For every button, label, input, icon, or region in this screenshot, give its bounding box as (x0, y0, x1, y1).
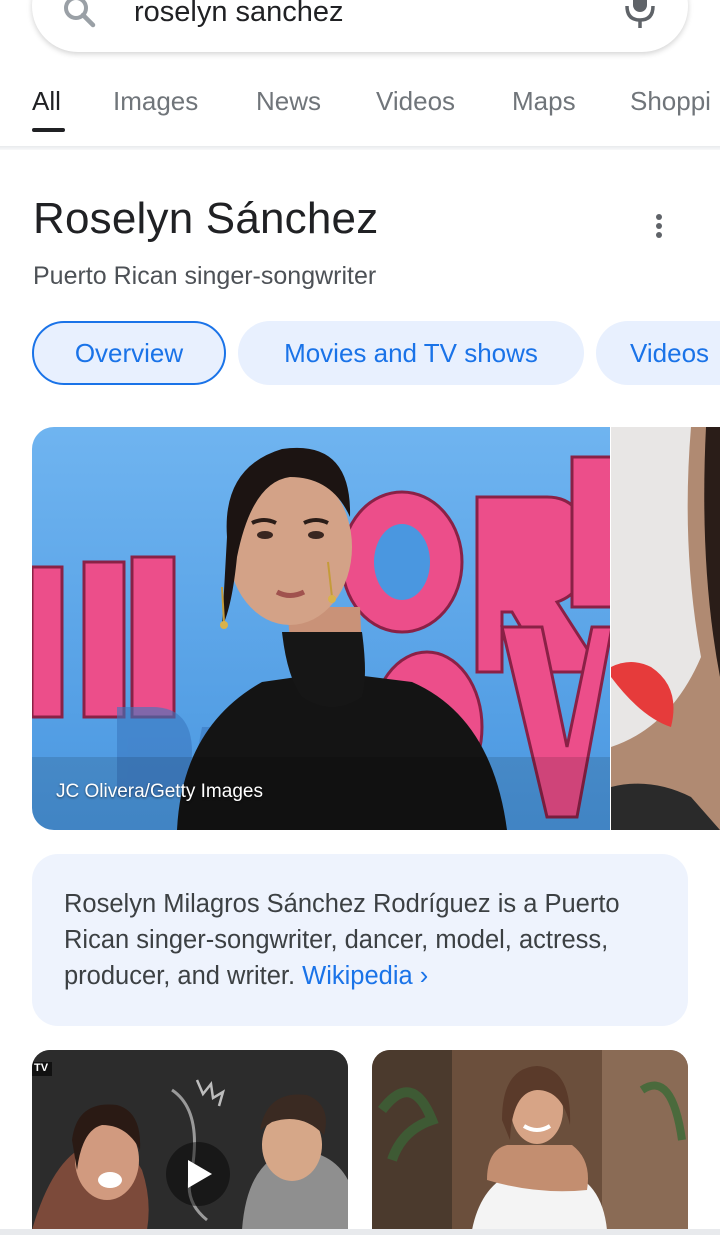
video-thumbnail-1-image (32, 1050, 348, 1230)
search-bar[interactable]: roselyn sanchez (32, 0, 688, 52)
tab-images[interactable]: Images (113, 86, 198, 117)
microphone-icon[interactable] (622, 0, 658, 30)
wikipedia-link-label[interactable]: Wikipedia (302, 962, 413, 990)
video-badge: TV (34, 1062, 49, 1074)
tab-news[interactable]: News (256, 86, 321, 117)
tab-videos[interactable]: Videos (376, 86, 455, 117)
search-icon[interactable] (60, 0, 100, 34)
portrait-photo (32, 427, 610, 830)
tab-maps[interactable]: Maps (512, 86, 576, 117)
chip-videos[interactable]: Videos (596, 321, 720, 385)
entity-title: Roselyn Sánchez (33, 194, 379, 243)
description-card: Roselyn Milagros Sánchez Rodríguez is a … (32, 854, 688, 1026)
search-tabs: All Images News Videos Maps Shoppi (0, 80, 720, 136)
tab-shopping[interactable]: Shoppi (630, 86, 711, 117)
photo-credit: JC Olivera/Getty Images (56, 781, 263, 802)
active-tab-indicator (32, 128, 65, 132)
chip-movies-and-tv-shows[interactable]: Movies and TV shows (238, 321, 584, 385)
main-photo[interactable]: JC Olivera/Getty Images (32, 427, 610, 830)
entity-subtitle: Puerto Rican singer-songwriter (33, 262, 377, 290)
more-options-icon[interactable] (648, 208, 672, 244)
video-thumbnail-1[interactable] (32, 1050, 348, 1230)
search-input[interactable]: roselyn sanchez (134, 0, 344, 29)
bottom-edge (0, 1229, 720, 1235)
secondary-photo[interactable] (611, 427, 720, 830)
video-thumbnail-2-image (372, 1050, 688, 1230)
header-divider (0, 146, 720, 150)
chip-overview[interactable]: Overview (32, 321, 226, 385)
video-thumbnail-2[interactable] (372, 1050, 688, 1230)
chevron-right-icon: › (419, 962, 429, 990)
tab-all[interactable]: All (32, 86, 61, 117)
secondary-photo-image (611, 427, 720, 830)
wikipedia-link[interactable]: Wikipedia › (302, 962, 428, 990)
